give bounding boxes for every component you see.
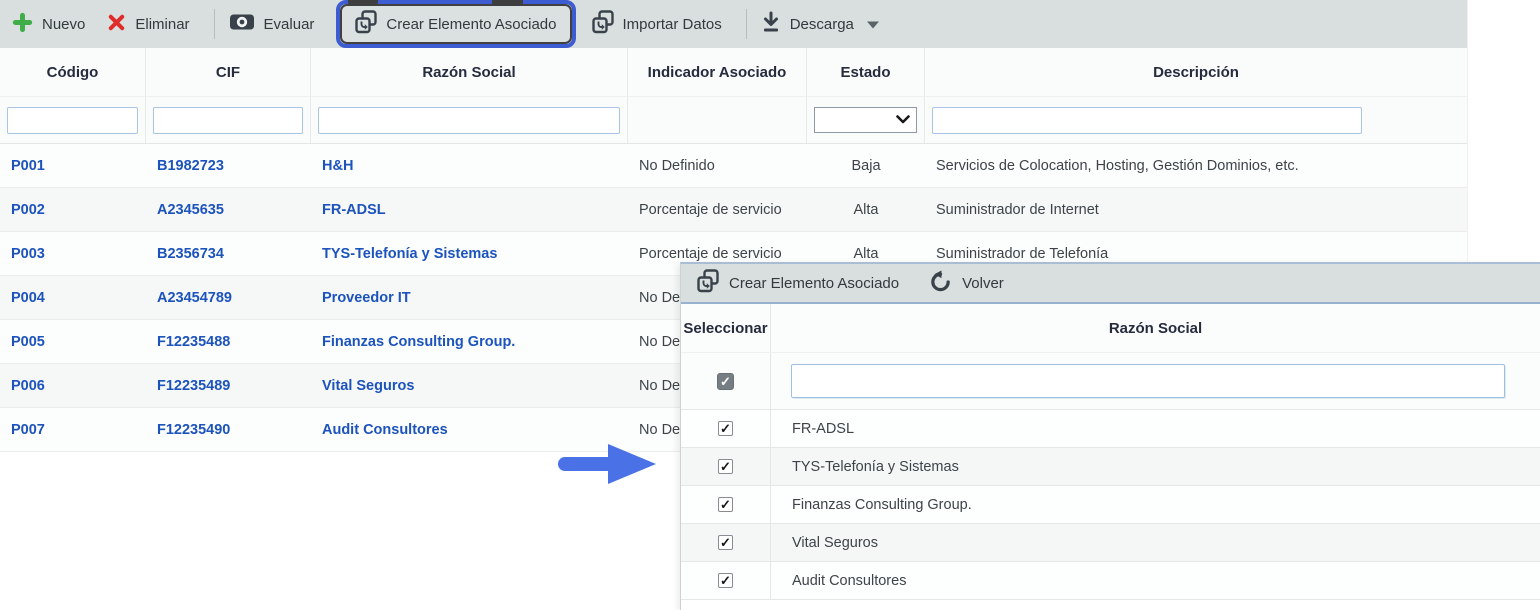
cell-codigo[interactable]: P004 [0,276,146,319]
volver-button[interactable]: Volver [929,270,1004,296]
volver-label: Volver [962,275,1004,292]
cell-cif[interactable]: B1982723 [146,144,311,187]
eliminar-button[interactable]: Eliminar [107,13,189,36]
row-checkbox[interactable]: ✓ [718,421,733,436]
estado-filter-select[interactable] [814,107,917,133]
toolbar-separator [214,9,215,39]
cell-indicador: Porcentaje de servicio [628,188,807,231]
column-header-cif[interactable]: CIF [146,48,311,96]
cell-estado: Alta [807,188,925,231]
column-header-razon-social[interactable]: Razón Social [311,48,628,96]
overlay-razon-filter-input[interactable] [791,364,1505,398]
cell-cif[interactable]: F12235490 [146,408,311,451]
overlay-crear-elemento-button[interactable]: Crear Elemento Asociado [697,269,899,297]
cell-razon-social[interactable]: Proveedor IT [311,276,628,319]
toolbar-separator [746,9,747,39]
crear-elemento-asociado-button[interactable]: Crear Elemento Asociado [340,4,571,44]
cell-codigo[interactable]: P005 [0,320,146,363]
annotation-artifact [492,0,523,6]
cell-cif[interactable]: A2345635 [146,188,311,231]
select-all-checkbox[interactable]: ✓ [717,373,734,390]
copy-icon [592,10,614,38]
row-checkbox[interactable]: ✓ [718,459,733,474]
table-row[interactable]: P001 B1982723 H&H No Definido Baja Servi… [0,144,1467,188]
cell-codigo[interactable]: P001 [0,144,146,187]
importar-datos-button[interactable]: Importar Datos [592,10,722,38]
cell-razon-social[interactable]: Vital Seguros [311,364,628,407]
cell-cif[interactable]: B2356734 [146,232,311,275]
column-header-codigo[interactable]: Código [0,48,146,96]
delete-x-icon [107,13,126,36]
overlay-row[interactable]: ✓ Vital Seguros [681,524,1540,562]
cell-razon-social: FR-ADSL [771,410,1540,447]
overlay-toolbar: Crear Elemento Asociado Volver [681,264,1540,304]
cell-estado: Baja [807,144,925,187]
overlay-row[interactable]: ✓ FR-ADSL [681,410,1540,448]
copy-icon [355,10,377,38]
overlay-row[interactable]: ✓ TYS-Telefonía y Sistemas [681,448,1540,486]
crear-elemento-asociado-panel: Crear Elemento Asociado Volver Seleccion… [680,262,1540,610]
cell-razon-social: Vital Seguros [771,524,1540,561]
nuevo-button[interactable]: Nuevo [12,12,85,37]
importar-datos-label: Importar Datos [623,16,722,33]
crear-elemento-label: Crear Elemento Asociado [386,16,556,33]
descripcion-filter-input[interactable] [932,107,1362,134]
app-screen: Nuevo Eliminar Evaluar [0,0,1540,610]
cell-codigo[interactable]: P006 [0,364,146,407]
cell-codigo[interactable]: P003 [0,232,146,275]
overlay-header-row: Seleccionar Razón Social [681,304,1540,352]
overlay-filter-row: ✓ [681,352,1540,410]
cell-razon-social[interactable]: H&H [311,144,628,187]
row-checkbox[interactable]: ✓ [718,573,733,588]
table-row[interactable]: P002 A2345635 FR-ADSL Porcentaje de serv… [0,188,1467,232]
chevron-down-icon [867,16,879,33]
column-header-estado[interactable]: Estado [807,48,925,96]
table-header-row: Código CIF Razón Social Indicador Asocia… [0,48,1467,96]
overlay-row[interactable]: ✓ Finanzas Consulting Group. [681,486,1540,524]
cell-codigo[interactable]: P007 [0,408,146,451]
eliminar-label: Eliminar [135,16,189,33]
overlay-crear-label: Crear Elemento Asociado [729,275,899,292]
cell-razon-social[interactable]: Finanzas Consulting Group. [311,320,628,363]
evaluar-button[interactable]: Evaluar [229,12,315,36]
cell-cif[interactable]: F12235488 [146,320,311,363]
table-filter-row [0,96,1467,144]
cell-razon-social[interactable]: TYS-Telefonía y Sistemas [311,232,628,275]
overlay-row[interactable]: ✓ Audit Consultores [681,562,1540,600]
column-header-seleccionar[interactable]: Seleccionar [681,304,771,352]
cell-razon-social: Finanzas Consulting Group. [771,486,1540,523]
eye-icon [229,12,255,36]
cell-razon-social: TYS-Telefonía y Sistemas [771,448,1540,485]
undo-arrow-icon [929,270,952,296]
column-header-razon-social[interactable]: Razón Social [771,304,1540,352]
cell-codigo[interactable]: P002 [0,188,146,231]
evaluar-label: Evaluar [264,16,315,33]
cell-cif[interactable]: F12235489 [146,364,311,407]
column-header-descripcion[interactable]: Descripción [925,48,1467,96]
copy-icon [697,269,719,297]
cell-razon-social: Audit Consultores [771,562,1540,599]
codigo-filter-input[interactable] [7,107,138,134]
cell-descripcion: Servicios de Colocation, Hosting, Gestió… [925,144,1467,187]
cell-descripcion: Suministrador de Internet [925,188,1467,231]
annotation-arrow-icon [556,440,660,488]
row-checkbox[interactable]: ✓ [718,535,733,550]
descarga-label: Descarga [790,16,854,33]
cell-indicador: No Definido [628,144,807,187]
plus-icon [12,12,33,37]
cif-filter-input[interactable] [153,107,303,134]
annotation-highlight-box: Crear Elemento Asociado [336,0,575,48]
cell-cif[interactable]: A23454789 [146,276,311,319]
main-toolbar: Nuevo Eliminar Evaluar [0,0,1467,48]
cell-razon-social[interactable]: FR-ADSL [311,188,628,231]
download-icon [761,11,781,37]
row-checkbox[interactable]: ✓ [718,497,733,512]
descarga-button[interactable]: Descarga [761,11,879,37]
razon-social-filter-input[interactable] [318,107,620,134]
annotation-artifact [348,0,378,5]
nuevo-label: Nuevo [42,16,85,33]
column-header-indicador-asociado[interactable]: Indicador Asociado [628,48,807,96]
chevron-down-icon [896,111,910,129]
